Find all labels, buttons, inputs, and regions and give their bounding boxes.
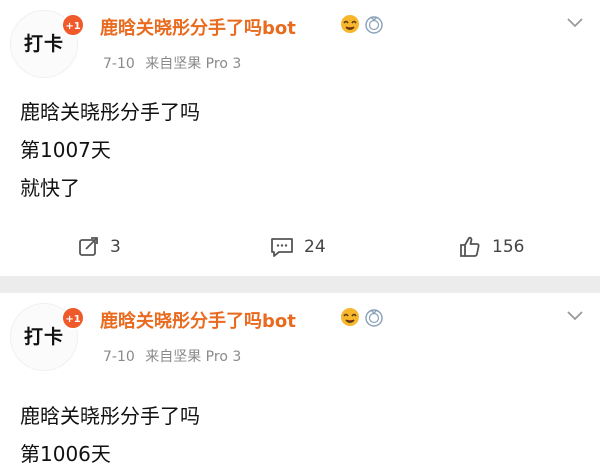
avatar[interactable]: 打卡 +1 — [10, 10, 85, 78]
expand-caret-icon[interactable] — [566, 310, 584, 322]
post-text-line: 第1006天 — [20, 442, 111, 466]
avatar[interactable]: 打卡 +1 — [10, 303, 85, 371]
repost-count: 3 — [110, 237, 121, 257]
like-count: 156 — [492, 237, 525, 257]
post-text-line: 鹿晗关晓彤分手了吗 — [20, 100, 200, 124]
post-text-line: 第1007天 — [20, 138, 111, 162]
expand-caret-icon[interactable] — [566, 17, 584, 29]
post-card: 打卡 +1 鹿晗关晓彤分手了吗bot 7-10 来自坚果 Pro 3 鹿晗关晓彤… — [0, 0, 600, 276]
feed: 打卡 +1 鹿晗关晓彤分手了吗bot 7-10 来自坚果 Pro 3 鹿晗关晓彤… — [0, 0, 600, 474]
notification-badge: +1 — [61, 306, 85, 330]
post-date: 7-10 — [103, 56, 135, 72]
post-source: 来自坚果 Pro 3 — [145, 56, 242, 72]
action-bar: 3 24 156 — [0, 232, 600, 262]
post-card: 打卡 +1 鹿晗关晓彤分手了吗bot 7-10 来自坚果 Pro 3 鹿晗关晓彤… — [0, 293, 600, 474]
emoji-face-icon — [341, 15, 359, 33]
post-meta: 7-10 来自坚果 Pro 3 — [103, 53, 247, 73]
like-icon — [460, 236, 480, 257]
comment-button[interactable]: 24 — [270, 232, 326, 262]
repost-icon — [79, 237, 98, 256]
post-date: 7-10 — [103, 349, 135, 365]
notification-badge: +1 — [61, 13, 85, 37]
username[interactable]: 鹿晗关晓彤分手了吗bot — [100, 14, 296, 40]
post-source: 来自坚果 Pro 3 — [145, 349, 242, 365]
post-meta: 7-10 来自坚果 Pro 3 — [103, 346, 247, 366]
emoji-medal-icon — [365, 16, 383, 34]
username[interactable]: 鹿晗关晓彤分手了吗bot — [100, 307, 296, 333]
comment-count: 24 — [304, 237, 326, 257]
post-text-line: 鹿晗关晓彤分手了吗 — [20, 404, 200, 428]
post-text-line: 就快了 — [20, 176, 80, 200]
repost-button[interactable]: 3 — [78, 232, 121, 262]
emoji-medal-icon — [365, 309, 383, 327]
like-button[interactable]: 156 — [458, 232, 524, 262]
emoji-face-icon — [341, 308, 359, 326]
comment-icon — [271, 238, 293, 257]
